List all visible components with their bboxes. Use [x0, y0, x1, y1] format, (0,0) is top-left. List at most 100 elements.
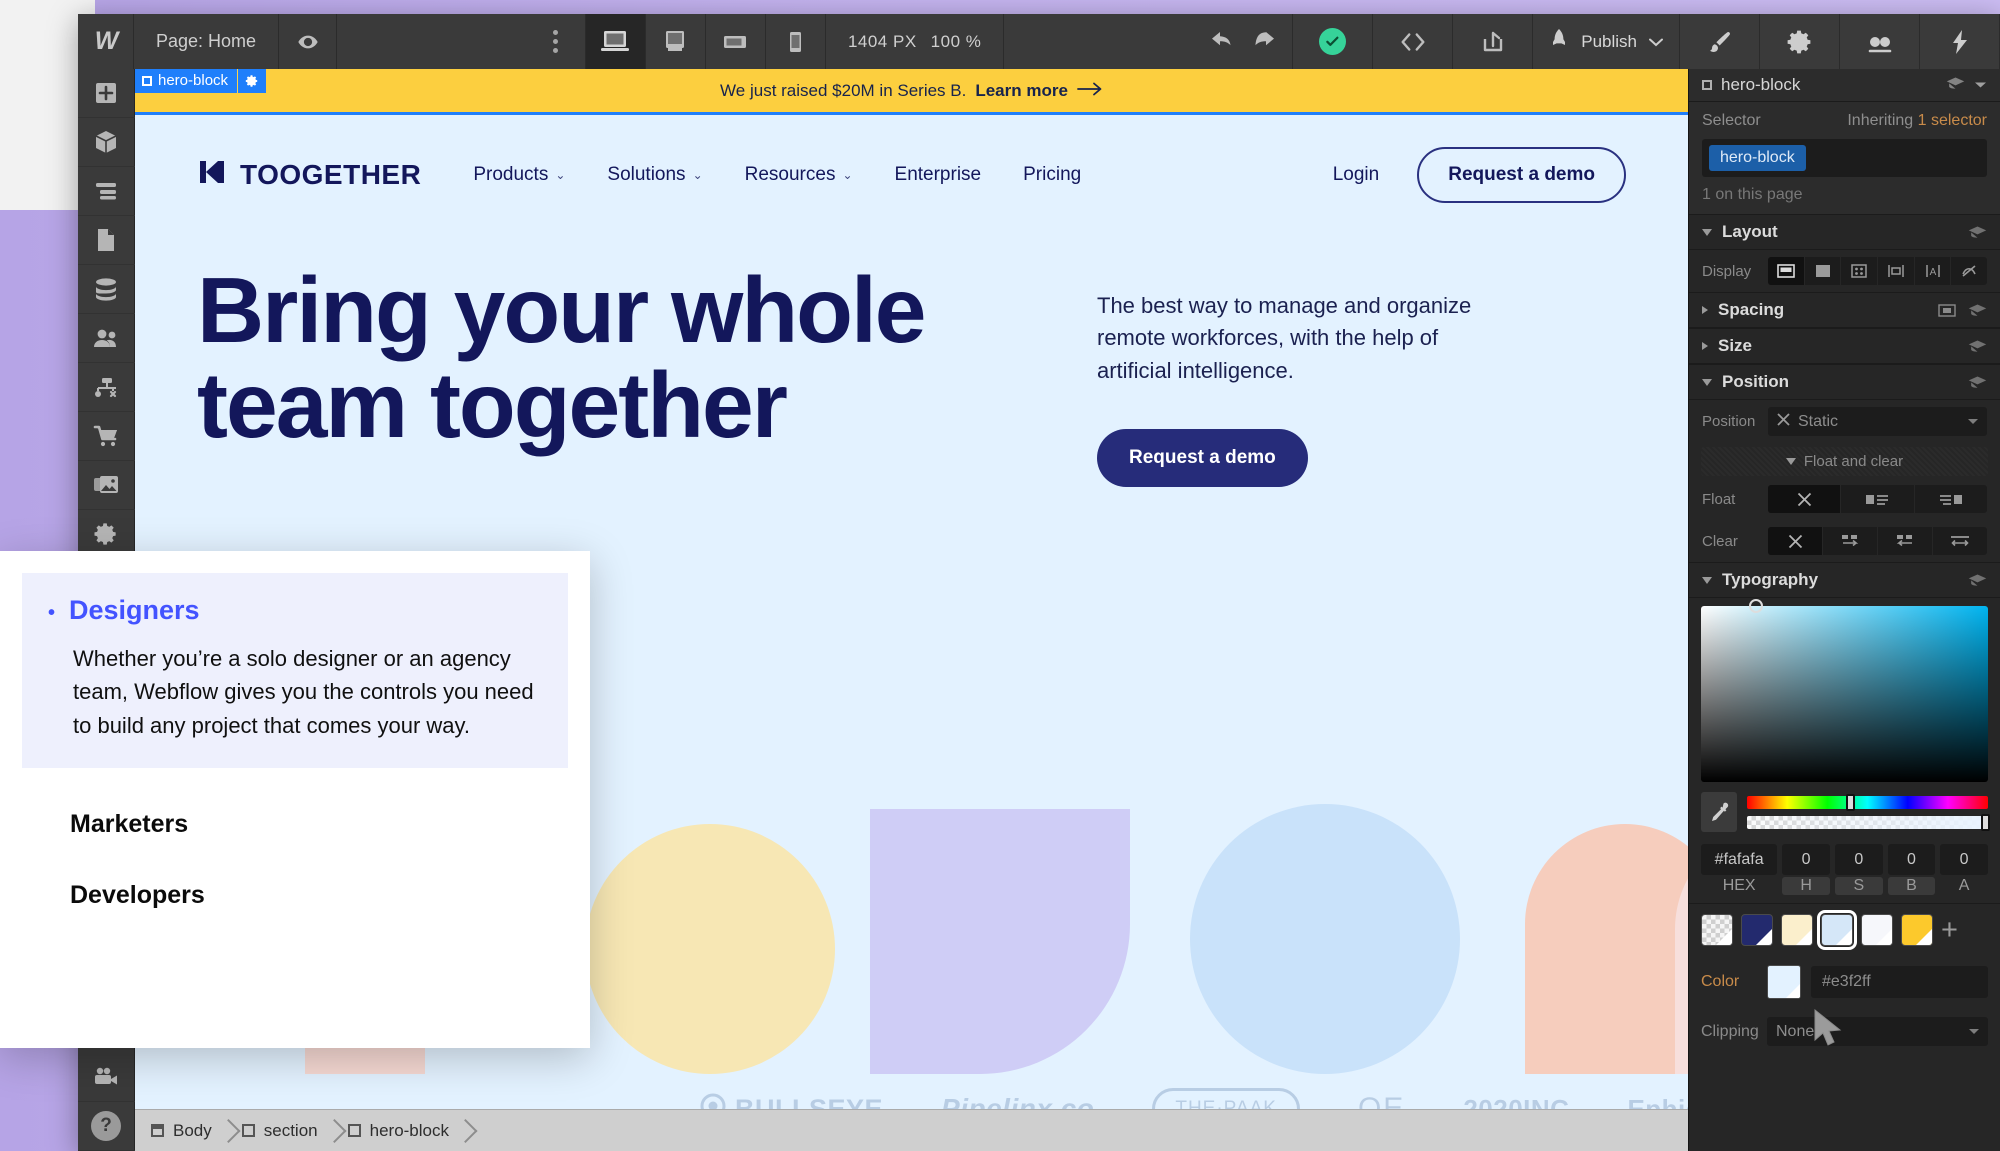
undo-redo-group[interactable]	[1193, 14, 1294, 69]
section-header-typography[interactable]: Typography	[1689, 562, 2000, 598]
saturation-input[interactable]: 0	[1834, 844, 1883, 875]
graduation-cap-icon[interactable]	[1968, 573, 1987, 587]
graduation-cap-icon[interactable]	[1968, 225, 1987, 239]
hex-input[interactable]: #fafafa	[1701, 844, 1778, 875]
sidebar-item-ecommerce[interactable]	[77, 412, 135, 461]
sidebar-item-assets[interactable]	[77, 461, 135, 510]
popover-item-marketers[interactable]: Marketers	[70, 810, 568, 839]
gear-icon[interactable]	[1760, 14, 1841, 69]
sidebar-item-pages[interactable]	[77, 216, 135, 265]
color-row-swatch[interactable]	[1767, 965, 1801, 999]
code-brackets-icon[interactable]	[1373, 14, 1454, 69]
viewport-tablet[interactable]	[646, 14, 706, 69]
hue-input[interactable]: 0	[1782, 844, 1830, 875]
sidebar-item-navigator[interactable]	[77, 167, 135, 216]
paintbrush-icon[interactable]	[1680, 14, 1761, 69]
swatch-cream[interactable]	[1781, 914, 1813, 946]
redo-arrow-icon[interactable]	[1250, 29, 1276, 54]
swatch-transparent[interactable]	[1701, 914, 1733, 946]
publish-status-check[interactable]	[1293, 14, 1374, 69]
publish-button[interactable]: Publish	[1533, 14, 1681, 69]
viewport-desktop[interactable]	[585, 14, 646, 69]
hero-request-demo-button[interactable]: Request a demo	[1097, 428, 1308, 487]
display-option-block[interactable]	[1768, 257, 1805, 285]
nav-link-pricing[interactable]: Pricing	[1023, 164, 1081, 186]
float-option-right[interactable]	[1915, 485, 1987, 513]
swatch-light-blue[interactable]	[1817, 910, 1857, 950]
float-and-clear-toggle[interactable]: Float and clear	[1701, 447, 1988, 476]
section-header-layout[interactable]: Layout	[1689, 214, 2000, 250]
chevron-down-icon[interactable]	[1649, 32, 1664, 52]
saturation-value-field[interactable]	[1701, 599, 1988, 782]
graduation-cap-icon[interactable]	[1946, 76, 1965, 95]
nav-link-products[interactable]: Products ⌄	[473, 164, 565, 186]
brightness-input[interactable]: 0	[1887, 844, 1936, 875]
inheriting-value[interactable]: 1 selector	[1918, 112, 1987, 129]
position-select[interactable]: Static	[1768, 407, 1987, 436]
viewport-mobile-portrait[interactable]	[766, 14, 826, 69]
add-swatch-button[interactable]: +	[1941, 915, 1958, 945]
lightning-bolt-icon[interactable]	[1920, 14, 2000, 69]
sidebar-item-cms[interactable]	[77, 265, 135, 314]
display-option-flex[interactable]	[1805, 257, 1842, 285]
clear-option-both[interactable]	[1933, 527, 1987, 555]
login-link[interactable]: Login	[1333, 164, 1380, 186]
sidebar-item-logic[interactable]	[77, 363, 135, 412]
display-option-inline[interactable]: A	[1915, 257, 1952, 285]
sidebar-item-help[interactable]: ?	[77, 1102, 135, 1151]
canvas-size-zoom[interactable]: 1404 PX 100 %	[826, 14, 1005, 69]
graduation-cap-icon[interactable]	[1968, 339, 1987, 353]
interactions-icon[interactable]	[1840, 14, 1921, 69]
spacing-preview-icon[interactable]	[1936, 303, 1958, 318]
nav-link-enterprise[interactable]: Enterprise	[895, 164, 982, 186]
eyedropper-icon[interactable]	[1701, 792, 1737, 832]
sidebar-item-components[interactable]	[77, 118, 135, 167]
undo-arrow-icon[interactable]	[1210, 29, 1236, 54]
swatch-off-white[interactable]	[1861, 914, 1893, 946]
element-badge-label-wrap[interactable]: hero-block	[135, 69, 238, 93]
nav-request-demo-button[interactable]: Request a demo	[1417, 147, 1626, 203]
breadcrumb-item-section[interactable]: section	[226, 1110, 332, 1151]
announcement-link[interactable]: Learn more	[975, 81, 1068, 101]
sidebar-item-video-tutorials[interactable]	[77, 1053, 135, 1102]
preview-eye-icon[interactable]	[279, 14, 338, 69]
color-row-value[interactable]: #e3f2ff	[1811, 966, 1988, 998]
announcement-bar[interactable]: We just raised $20M in Series B. Learn m…	[135, 69, 1688, 112]
chevron-down-icon[interactable]	[1974, 76, 1987, 94]
hue-handle[interactable]	[1845, 793, 1855, 811]
brand-logo[interactable]: TOOGETHER	[197, 159, 421, 192]
more-vertical-icon[interactable]	[526, 14, 586, 69]
alpha-handle[interactable]	[1981, 813, 1990, 831]
display-option-inline-block[interactable]	[1878, 257, 1915, 285]
page-selector[interactable]: Page: Home	[134, 14, 280, 69]
section-header-size[interactable]: Size	[1689, 328, 2000, 364]
popover-item-developers[interactable]: Developers	[70, 881, 568, 910]
viewport-mobile-landscape[interactable]	[706, 14, 766, 69]
nav-link-solutions[interactable]: Solutions ⌄	[607, 164, 702, 186]
clear-option-right[interactable]	[1878, 527, 1933, 555]
sidebar-item-users[interactable]	[77, 314, 135, 363]
section-header-position[interactable]: Position	[1689, 364, 2000, 400]
swatch-yellow[interactable]	[1901, 914, 1933, 946]
nav-link-resources[interactable]: Resources ⌄	[745, 164, 853, 186]
hue-slider[interactable]	[1747, 793, 1988, 811]
graduation-cap-icon[interactable]	[1968, 375, 1987, 389]
breadcrumb-item-body[interactable]: Body	[135, 1110, 226, 1151]
popover-active-item[interactable]: • Designers Whether you’re a solo design…	[22, 573, 568, 769]
display-option-grid[interactable]	[1841, 257, 1879, 285]
popover-active-title[interactable]: Designers	[69, 595, 200, 626]
alpha-slider[interactable]	[1747, 813, 1990, 831]
panel-element-header[interactable]: hero-block	[1689, 69, 2000, 102]
alpha-input[interactable]: 0	[1940, 844, 1988, 875]
selector-input[interactable]: hero-block	[1702, 139, 1987, 177]
element-badge-gear-icon[interactable]	[237, 69, 267, 93]
graduation-cap-icon[interactable]	[1968, 303, 1987, 317]
display-option-none[interactable]	[1951, 257, 1987, 285]
breadcrumb-item-hero-block[interactable]: hero-block	[332, 1110, 463, 1151]
webflow-logo-icon[interactable]: W	[78, 14, 134, 69]
sv-handle[interactable]	[1749, 599, 1763, 613]
clear-option-left[interactable]	[1823, 527, 1878, 555]
sidebar-item-add-elements[interactable]	[77, 69, 135, 118]
float-option-none[interactable]	[1768, 485, 1842, 513]
clipping-select[interactable]: None	[1767, 1017, 1988, 1046]
